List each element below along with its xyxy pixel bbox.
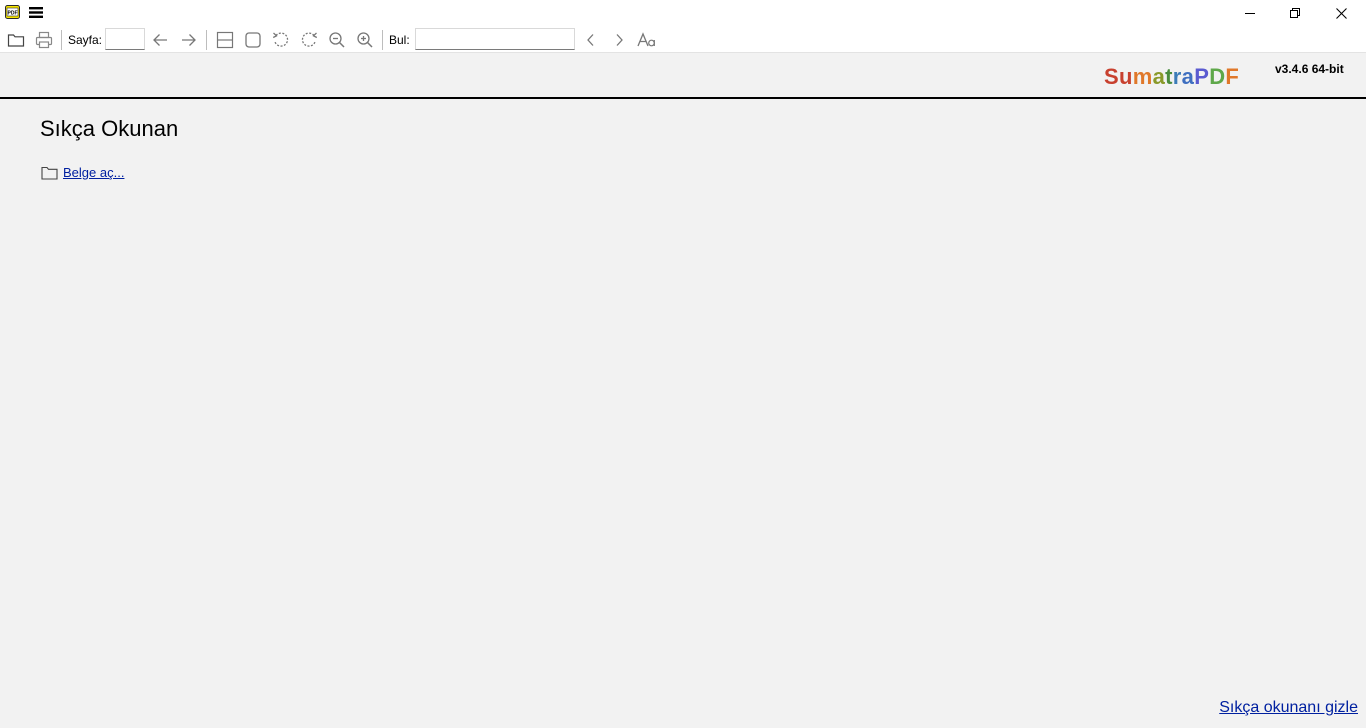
minimize-icon	[1245, 8, 1255, 18]
rotate-right-icon	[300, 31, 318, 49]
chevron-right-icon	[613, 33, 625, 47]
fit-page-button[interactable]	[241, 28, 265, 51]
arrow-left-icon	[152, 33, 168, 47]
zoom-out-button[interactable]	[325, 28, 349, 51]
folder-icon	[41, 166, 58, 180]
rotate-right-button[interactable]	[297, 28, 321, 51]
arrow-right-icon	[181, 33, 197, 47]
toolbar: Sayfa: Bul:	[0, 26, 1366, 53]
match-case-icon	[637, 31, 657, 48]
logo-letter: u	[1118, 64, 1133, 89]
toolbar-separator	[61, 30, 62, 50]
title-bar: PDF	[0, 0, 1366, 26]
print-button[interactable]	[32, 28, 56, 51]
find-label: Bul:	[389, 33, 410, 47]
page-number-input[interactable]	[105, 28, 145, 50]
fit-page-icon	[244, 31, 262, 49]
open-document-link[interactable]: Belge aç...	[63, 165, 124, 180]
page-label: Sayfa:	[68, 33, 103, 47]
folder-icon	[7, 32, 25, 48]
match-case-button[interactable]	[635, 28, 659, 51]
zoom-in-icon	[356, 31, 374, 49]
version-label: v3.4.6 64-bit	[1275, 62, 1344, 76]
frequently-read-title: Sıkça Okunan	[40, 116, 179, 141]
previous-page-button[interactable]	[148, 28, 172, 51]
header-divider	[0, 97, 1366, 99]
close-icon	[1335, 7, 1347, 19]
chevron-left-icon	[585, 33, 597, 47]
rotate-left-button[interactable]	[269, 28, 293, 51]
logo-letter: r	[1172, 64, 1182, 89]
sumatrapdf-logo: SumatraPDF	[1104, 64, 1239, 90]
restore-button[interactable]	[1272, 0, 1318, 26]
logo-letter: F	[1225, 64, 1240, 89]
rotate-left-icon	[272, 31, 290, 49]
logo-letter: a	[1181, 64, 1195, 89]
next-page-button[interactable]	[177, 28, 201, 51]
minimize-button[interactable]	[1227, 0, 1273, 26]
printer-icon	[35, 31, 53, 49]
toolbar-separator	[206, 30, 207, 50]
toolbar-separator	[382, 30, 383, 50]
find-input[interactable]	[415, 28, 575, 50]
open-document-row: Belge aç...	[41, 165, 124, 180]
open-file-button[interactable]	[4, 28, 28, 51]
fit-width-button[interactable]	[213, 28, 237, 51]
find-previous-button[interactable]	[579, 28, 603, 51]
logo-letter: S	[1104, 64, 1119, 89]
restore-icon	[1290, 8, 1300, 18]
logo-letter: m	[1132, 64, 1153, 89]
find-next-button[interactable]	[607, 28, 631, 51]
logo-letter: D	[1209, 64, 1226, 89]
fit-width-icon	[216, 31, 234, 49]
logo-letter: P	[1194, 64, 1210, 89]
zoom-out-icon	[328, 31, 346, 49]
zoom-in-button[interactable]	[353, 28, 377, 51]
logo-letter: a	[1152, 64, 1166, 89]
app-icon: PDF	[5, 5, 20, 19]
close-button[interactable]	[1318, 0, 1364, 26]
hide-frequent-link[interactable]: Sıkça okunanı gizle	[1219, 699, 1358, 717]
app-icon-text: PDF	[8, 10, 18, 16]
logo-letter: t	[1165, 64, 1173, 89]
hamburger-menu-icon[interactable]	[28, 5, 44, 20]
